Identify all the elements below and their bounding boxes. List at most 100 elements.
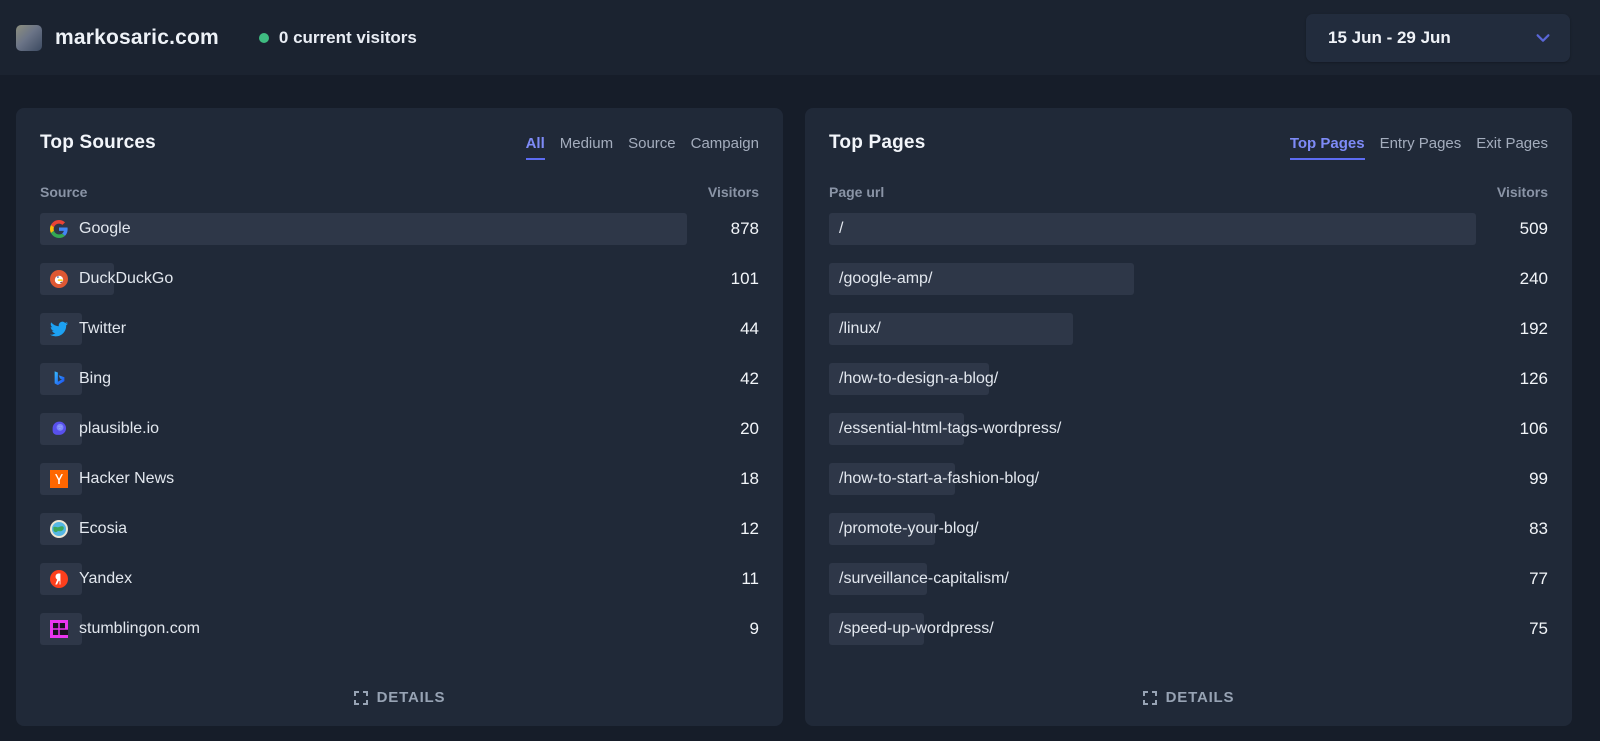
tab-exit-pages[interactable]: Exit Pages [1476, 135, 1548, 160]
column-header-visitors: Visitors [708, 184, 759, 200]
table-row[interactable]: Google 878 [40, 213, 759, 245]
row-bar-area: stumblingon.com [40, 613, 687, 645]
row-value: 99 [1486, 469, 1548, 489]
table-row[interactable]: /essential-html-tags-wordpress/106 [829, 413, 1548, 445]
table-row[interactable]: / 509 [829, 213, 1548, 245]
live-dot-icon [259, 33, 269, 43]
row-content: plausible.io [40, 413, 687, 445]
row-value: 75 [1486, 619, 1548, 639]
top-nav: markosaric.com 0 current visitors 15 Jun… [0, 0, 1600, 75]
row-bar-area: /how-to-start-a-fashion-blog/ [829, 463, 1476, 495]
row-value: 126 [1486, 369, 1548, 389]
row-content: /how-to-start-a-fashion-blog/ [829, 463, 1476, 495]
table-row[interactable]: Ecosia12 [40, 513, 759, 545]
tab-all[interactable]: All [526, 135, 545, 160]
row-bar-area: /how-to-design-a-blog/ [829, 363, 1476, 395]
tab-source[interactable]: Source [628, 135, 676, 160]
row-value: 240 [1486, 269, 1548, 289]
row-bar-area: /linux/ [829, 313, 1476, 345]
row-label: /speed-up-wordpress/ [839, 620, 994, 638]
table-row[interactable]: /linux/192 [829, 313, 1548, 345]
top-pages-tabs: Top Pages Entry Pages Exit Pages [1290, 132, 1548, 160]
row-label: Bing [79, 370, 111, 388]
details-button[interactable]: DETAILS [1133, 683, 1245, 712]
table-row[interactable]: /speed-up-wordpress/75 [829, 613, 1548, 645]
row-content: /promote-your-blog/ [829, 513, 1476, 545]
current-visitors: 0 current visitors [259, 28, 417, 48]
ecosia-icon [50, 520, 68, 538]
row-bar-area: /essential-html-tags-wordpress/ [829, 413, 1476, 445]
row-value: 11 [697, 569, 759, 589]
site-title: markosaric.com [55, 26, 219, 50]
row-content: stumblingon.com [40, 613, 687, 645]
row-bar-area: plausible.io [40, 413, 687, 445]
table-row[interactable]: /google-amp/240 [829, 263, 1548, 295]
top-pages-list: / 509/google-amp/240/linux/192/how-to-des… [829, 213, 1548, 645]
row-label: Yandex [79, 570, 132, 588]
table-row[interactable]: DuckDuckGo101 [40, 263, 759, 295]
table-row[interactable]: Yandex 11 [40, 563, 759, 595]
row-label: /how-to-start-a-fashion-blog/ [839, 470, 1039, 488]
row-bar-area: Ecosia [40, 513, 687, 545]
row-label: /promote-your-blog/ [839, 520, 979, 538]
table-row[interactable]: Hacker News18 [40, 463, 759, 495]
table-row[interactable]: /how-to-design-a-blog/126 [829, 363, 1548, 395]
expand-icon [1143, 691, 1157, 705]
row-value: 20 [697, 419, 759, 439]
table-row[interactable]: Twitter 44 [40, 313, 759, 345]
row-value: 878 [697, 219, 759, 239]
table-row[interactable]: /how-to-start-a-fashion-blog/99 [829, 463, 1548, 495]
row-label: / [839, 220, 843, 238]
row-content: DuckDuckGo [40, 263, 687, 295]
google-icon [50, 220, 68, 238]
row-bar-area: /promote-your-blog/ [829, 513, 1476, 545]
row-label: DuckDuckGo [79, 270, 173, 288]
row-bar-area: /google-amp/ [829, 263, 1476, 295]
row-content: /surveillance-capitalism/ [829, 563, 1476, 595]
row-value: 42 [697, 369, 759, 389]
details-button[interactable]: DETAILS [344, 683, 456, 712]
date-range-picker[interactable]: 15 Jun - 29 Jun [1306, 14, 1570, 62]
row-bar-area: Google [40, 213, 687, 245]
table-row[interactable]: plausible.io 20 [40, 413, 759, 445]
top-sources-list: Google 878 DuckDuckGo101 Twitter 44 Bing 42 pla… [40, 213, 759, 645]
row-label: Ecosia [79, 520, 127, 538]
tab-medium[interactable]: Medium [560, 135, 613, 160]
row-bar-area: /speed-up-wordpress/ [829, 613, 1476, 645]
date-range-label: 15 Jun - 29 Jun [1328, 28, 1451, 48]
row-bar-area: Hacker News [40, 463, 687, 495]
table-row[interactable]: /promote-your-blog/83 [829, 513, 1548, 545]
row-bar-area: Bing [40, 363, 687, 395]
chevron-down-icon [1534, 29, 1552, 47]
top-pages-panel: Top Pages Top Pages Entry Pages Exit Pages… [805, 108, 1572, 726]
row-content: /google-amp/ [829, 263, 1476, 295]
table-row[interactable]: Bing 42 [40, 363, 759, 395]
site-favicon [16, 25, 42, 51]
row-content: / [829, 213, 1476, 245]
row-label: plausible.io [79, 420, 159, 438]
stumblingon-icon [50, 620, 68, 638]
column-header-page-url: Page url [829, 184, 884, 200]
table-row[interactable]: /surveillance-capitalism/77 [829, 563, 1548, 595]
details-label: DETAILS [1166, 689, 1235, 706]
top-sources-panel: Top Sources AllMediumSourceCampaign Sour… [16, 108, 783, 726]
row-value: 509 [1486, 219, 1548, 239]
table-row[interactable]: stumblingon.com9 [40, 613, 759, 645]
current-visitors-label: 0 current visitors [279, 28, 417, 48]
row-label: Google [79, 220, 131, 238]
tab-entry-pages[interactable]: Entry Pages [1380, 135, 1462, 160]
details-label: DETAILS [377, 689, 446, 706]
row-label: /surveillance-capitalism/ [839, 570, 1009, 588]
row-value: 44 [697, 319, 759, 339]
row-content: Yandex [40, 563, 687, 595]
hackernews-icon [50, 470, 68, 488]
tab-campaign[interactable]: Campaign [691, 135, 759, 160]
row-label: /google-amp/ [839, 270, 932, 288]
row-content: Google [40, 213, 687, 245]
row-bar-area: Twitter [40, 313, 687, 345]
tab-top-pages[interactable]: Top Pages [1290, 135, 1365, 160]
row-content: Ecosia [40, 513, 687, 545]
row-content: /speed-up-wordpress/ [829, 613, 1476, 645]
row-content: Twitter [40, 313, 687, 345]
dashboard-panels: Top Sources AllMediumSourceCampaign Sour… [0, 75, 1600, 726]
